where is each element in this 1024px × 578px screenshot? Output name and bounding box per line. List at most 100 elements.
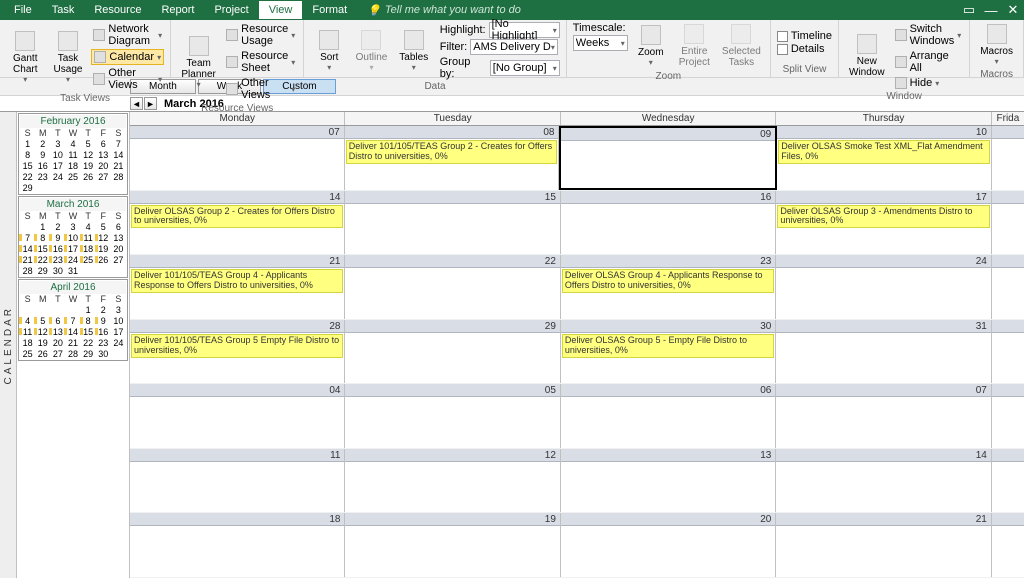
task-item[interactable]: Deliver OLSAS Group 2 - Creates for Offe…: [131, 205, 343, 229]
day-cell[interactable]: 07: [130, 126, 345, 190]
day-cell[interactable]: [992, 255, 1024, 319]
arrange-all-button[interactable]: Arrange All: [893, 49, 964, 75]
sort-button[interactable]: Sort▾: [310, 22, 348, 80]
task-item[interactable]: Deliver 101/105/TEAS Group 2 - Creates f…: [346, 140, 558, 164]
outline-button[interactable]: Outline▾: [352, 22, 390, 80]
day-cell[interactable]: 06: [561, 384, 776, 448]
day-cell[interactable]: 16: [561, 191, 776, 255]
timeline-checkbox[interactable]: Timeline: [777, 30, 832, 42]
date-number: 09: [561, 128, 775, 141]
group-by-dropdown[interactable]: Group by:[No Group]▾: [437, 56, 560, 80]
day-cell[interactable]: 13: [561, 449, 776, 513]
task-item[interactable]: Deliver OLSAS Group 4 - Applicants Respo…: [562, 269, 774, 293]
date-number: 04: [130, 384, 344, 397]
date-number: 30: [561, 320, 775, 333]
day-cell[interactable]: 11: [130, 449, 345, 513]
task-item[interactable]: Deliver OLSAS Group 3 - Amendments Distr…: [777, 205, 989, 229]
day-cell[interactable]: 31: [776, 320, 991, 384]
entire-project-button[interactable]: Entire Project: [674, 22, 715, 70]
zoom-button[interactable]: Zoom▾: [632, 22, 670, 70]
day-cell[interactable]: [992, 449, 1024, 513]
day-cell[interactable]: 18: [130, 513, 345, 577]
task-item[interactable]: Deliver 101/105/TEAS Group 5 Empty File …: [131, 334, 343, 358]
other-views-button[interactable]: Other Views▾: [91, 66, 164, 92]
date-number: 17: [776, 191, 990, 204]
group-macros: Macros▾ Macros: [970, 20, 1024, 77]
date-number: 14: [130, 191, 344, 204]
network-diagram-button[interactable]: Network Diagram▾: [91, 22, 164, 48]
details-checkbox[interactable]: Details: [777, 43, 832, 55]
day-cell[interactable]: 20: [561, 513, 776, 577]
resource-usage-button[interactable]: Resource Usage▾: [224, 22, 297, 48]
calendar-button[interactable]: Calendar▾: [91, 49, 164, 65]
day-cell[interactable]: 21Deliver 101/105/TEAS Group 4 - Applica…: [130, 255, 345, 319]
day-header: Monday: [130, 112, 345, 125]
tab-format[interactable]: Format: [302, 1, 357, 19]
day-cell[interactable]: 14: [776, 449, 991, 513]
day-cell[interactable]: 29: [345, 320, 560, 384]
new-window-button[interactable]: New Window: [845, 22, 889, 90]
group-label: Macros: [976, 68, 1017, 80]
mini-calendar[interactable]: April 2016SMTWTFS12345678910111213141516…: [18, 279, 128, 361]
day-cell[interactable]: 28Deliver 101/105/TEAS Group 5 Empty Fil…: [130, 320, 345, 384]
ribbon-options-icon[interactable]: ▭: [962, 3, 976, 17]
day-cell[interactable]: [992, 513, 1024, 577]
day-cell[interactable]: [992, 384, 1024, 448]
hide-button[interactable]: Hide▾: [893, 76, 964, 90]
task-item[interactable]: Deliver OLSAS Smoke Test XML_Flat Amendm…: [778, 140, 990, 164]
tab-resource[interactable]: Resource: [84, 1, 151, 19]
tab-file[interactable]: File: [4, 1, 42, 19]
day-cell[interactable]: 30Deliver OLSAS Group 5 - Empty File Dis…: [561, 320, 776, 384]
tables-button[interactable]: Tables▾: [395, 22, 433, 80]
tab-view[interactable]: View: [259, 1, 303, 19]
day-cell[interactable]: 17Deliver OLSAS Group 3 - Amendments Dis…: [776, 191, 991, 255]
task-item[interactable]: Deliver OLSAS Group 5 - Empty File Distr…: [562, 334, 774, 358]
filter-dropdown[interactable]: Filter:AMS Delivery D▾: [437, 39, 560, 55]
day-cell[interactable]: 04: [130, 384, 345, 448]
day-cell[interactable]: 08Deliver 101/105/TEAS Group 2 - Creates…: [345, 126, 560, 190]
day-cell[interactable]: 12: [345, 449, 560, 513]
highlight-filter[interactable]: Highlight:[No Highlight]▾: [437, 22, 560, 38]
task-usage-button[interactable]: Task Usage▾: [49, 22, 88, 92]
day-cell[interactable]: 10Deliver OLSAS Smoke Test XML_Flat Amen…: [777, 126, 992, 190]
date-number: 11: [130, 449, 344, 462]
tab-task[interactable]: Task: [42, 1, 85, 19]
date-number: 21: [776, 513, 990, 526]
macros-button[interactable]: Macros▾: [976, 22, 1017, 68]
gantt-chart-button[interactable]: Gantt Chart▾: [6, 22, 45, 92]
day-cell[interactable]: 09: [559, 126, 777, 190]
day-cell[interactable]: 15: [345, 191, 560, 255]
minimize-icon[interactable]: —: [984, 3, 998, 17]
timescale-dropdown[interactable]: Weeks▾: [573, 35, 628, 51]
day-cell[interactable]: [992, 126, 1024, 190]
timescale-label: Timescale:: [573, 22, 628, 34]
day-cell[interactable]: 07: [776, 384, 991, 448]
tell-me-search[interactable]: 💡 Tell me what you want to do: [367, 4, 521, 17]
day-cell[interactable]: 23Deliver OLSAS Group 4 - Applicants Res…: [561, 255, 776, 319]
day-cell[interactable]: 24: [776, 255, 991, 319]
close-icon[interactable]: ✕: [1006, 3, 1020, 17]
group-label: Data: [310, 80, 560, 92]
switch-windows-button[interactable]: Switch Windows▾: [893, 22, 964, 48]
date-number: 16: [561, 191, 775, 204]
day-cell[interactable]: [992, 320, 1024, 384]
date-number: 10: [777, 126, 991, 139]
date-number: 19: [345, 513, 559, 526]
resource-sheet-button[interactable]: Resource Sheet▾: [224, 49, 297, 75]
calendar-side-tab[interactable]: CALENDAR: [0, 112, 17, 578]
day-cell[interactable]: 19: [345, 513, 560, 577]
tab-report[interactable]: Report: [151, 1, 204, 19]
day-cell[interactable]: [992, 191, 1024, 255]
team-planner-button[interactable]: Team Planner▾: [177, 22, 220, 102]
day-cell[interactable]: 22: [345, 255, 560, 319]
mini-calendar[interactable]: February 2016SMTWTFS12345678910111213141…: [18, 113, 128, 195]
date-number: 21: [130, 255, 344, 268]
tab-project[interactable]: Project: [204, 1, 258, 19]
day-cell[interactable]: 05: [345, 384, 560, 448]
other-resource-views-button[interactable]: Other Views▾: [224, 76, 297, 102]
mini-calendar[interactable]: March 2016SMTWTFS12345678910111213141516…: [18, 196, 128, 278]
day-cell[interactable]: 14Deliver OLSAS Group 2 - Creates for Of…: [130, 191, 345, 255]
task-item[interactable]: Deliver 101/105/TEAS Group 4 - Applicant…: [131, 269, 343, 293]
day-cell[interactable]: 21: [776, 513, 991, 577]
selected-tasks-button[interactable]: Selected Tasks: [719, 22, 764, 70]
